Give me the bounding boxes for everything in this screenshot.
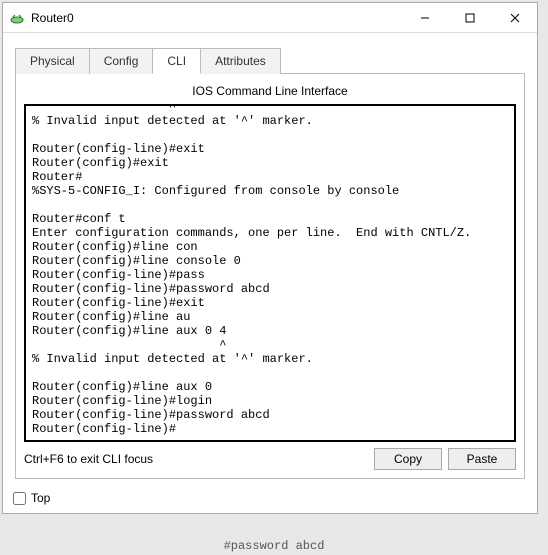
- cli-footer-row: Ctrl+F6 to exit CLI focus Copy Paste: [24, 448, 516, 470]
- paste-button[interactable]: Paste: [448, 448, 516, 470]
- window-title: Router0: [31, 11, 402, 25]
- terminal-output[interactable]: Router(config-line)#clear ^ % Invalid in…: [26, 106, 514, 440]
- router-icon: [9, 10, 25, 26]
- tab-cli[interactable]: CLI: [152, 48, 201, 74]
- app-window: Router0 Physical Config CLI Attributes I…: [2, 2, 538, 514]
- content-area: Physical Config CLI Attributes IOS Comma…: [3, 33, 537, 483]
- stray-text: #password abcd: [0, 539, 548, 553]
- cli-hint: Ctrl+F6 to exit CLI focus: [24, 452, 368, 466]
- window-controls: [402, 3, 537, 33]
- cli-panel: IOS Command Line Interface Router(config…: [15, 74, 525, 479]
- top-checkbox-text: Top: [31, 491, 50, 505]
- titlebar: Router0: [3, 3, 537, 33]
- close-button[interactable]: [492, 3, 537, 33]
- top-checkbox-label[interactable]: Top: [13, 491, 50, 505]
- tab-config[interactable]: Config: [89, 48, 154, 74]
- terminal-frame: Router(config-line)#clear ^ % Invalid in…: [24, 104, 516, 442]
- maximize-button[interactable]: [447, 3, 492, 33]
- tab-bar: Physical Config CLI Attributes: [15, 47, 525, 74]
- minimize-button[interactable]: [402, 3, 447, 33]
- top-checkbox[interactable]: [13, 492, 26, 505]
- tab-physical[interactable]: Physical: [15, 48, 90, 74]
- tab-attributes[interactable]: Attributes: [200, 48, 281, 74]
- window-footer: Top: [3, 483, 537, 513]
- cli-subtitle: IOS Command Line Interface: [24, 80, 516, 104]
- copy-button[interactable]: Copy: [374, 448, 442, 470]
